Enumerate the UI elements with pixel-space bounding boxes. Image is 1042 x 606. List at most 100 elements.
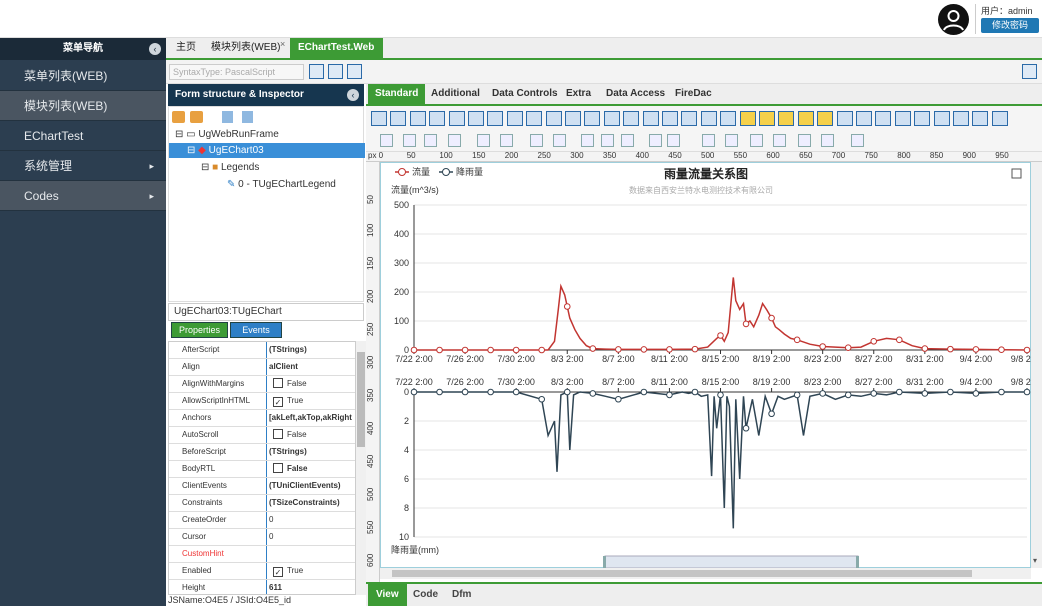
component-button-icon[interactable] — [991, 111, 1008, 126]
checkbox[interactable]: ✓ — [273, 567, 283, 577]
component-button-icon[interactable] — [545, 111, 562, 126]
page-icon[interactable] — [1022, 64, 1037, 79]
property-row[interactable]: AlignWithMargins False — [169, 376, 355, 393]
align-button-icon[interactable] — [702, 134, 715, 147]
property-value[interactable]: (TStrings) — [269, 444, 355, 460]
property-scroll-thumb[interactable] — [357, 352, 365, 447]
canvas-vertical-scrollbar[interactable]: ▾ — [1031, 162, 1042, 568]
component-button-icon[interactable] — [836, 111, 853, 126]
component-button-icon[interactable] — [526, 111, 543, 126]
tab-echarttest-web[interactable]: EChartTest.Web — [290, 38, 383, 58]
align-button-icon[interactable] — [553, 134, 566, 147]
move-up-icon[interactable] — [222, 111, 233, 123]
tree-node-selected[interactable]: ⊟ ◆ UgEChart03 — [169, 143, 365, 158]
component-button-icon[interactable] — [700, 111, 717, 126]
selected-component-field[interactable]: UgEChart03:TUgEChart — [168, 303, 364, 321]
property-value[interactable]: 611 — [269, 580, 355, 594]
tab-module-list[interactable]: 模块列表(WEB) — [203, 38, 288, 58]
align-button-icon[interactable] — [477, 134, 490, 147]
tree-node-root[interactable]: ⊟ ▭ UgWebRunFrame — [175, 127, 279, 142]
property-row[interactable]: AfterScript (TStrings) — [169, 342, 355, 359]
checkbox[interactable] — [273, 429, 283, 439]
property-value[interactable]: (TSizeConstraints) — [269, 495, 355, 511]
property-value[interactable] — [269, 546, 355, 562]
align-button-icon[interactable] — [530, 134, 543, 147]
property-row[interactable]: Anchors [akLeft,akTop,akRight — [169, 410, 355, 427]
property-row[interactable]: AllowScriptInHTML ✓ True — [169, 393, 355, 410]
checkbox[interactable]: ✓ — [273, 397, 283, 407]
change-password-button[interactable]: 修改密码 — [981, 18, 1039, 33]
canvas-scroll-thumb[interactable] — [392, 570, 972, 577]
property-row[interactable]: Align alClient — [169, 359, 355, 376]
align-button-icon[interactable] — [851, 134, 864, 147]
component-button-icon[interactable] — [584, 111, 601, 126]
property-value[interactable]: 0 — [269, 529, 355, 545]
component-button-icon[interactable] — [506, 111, 523, 126]
property-value[interactable]: [akLeft,akTop,akRight — [269, 410, 355, 426]
tab-additional[interactable]: Additional — [424, 84, 487, 104]
tab-firedac[interactable]: FireDac — [668, 84, 719, 104]
tab-properties[interactable]: Properties — [171, 322, 228, 338]
checkbox[interactable] — [273, 463, 283, 473]
component-button-icon[interactable] — [565, 111, 581, 126]
component-button-icon[interactable] — [603, 111, 620, 126]
tab-code[interactable]: Code — [405, 584, 446, 606]
tab-close-icon[interactable]: × — [280, 39, 285, 49]
align-button-icon[interactable] — [581, 134, 594, 147]
component-button-icon[interactable] — [972, 111, 989, 126]
property-row[interactable]: Enabled ✓ True — [169, 563, 355, 580]
move-down-icon[interactable] — [242, 111, 253, 123]
component-button-icon[interactable] — [409, 111, 426, 126]
inspector-collapse-icon[interactable]: ‹ — [347, 89, 359, 101]
component-button-icon[interactable] — [662, 111, 678, 126]
align-button-icon[interactable] — [798, 134, 811, 147]
tab-view[interactable]: View — [368, 584, 407, 606]
tab-dfm[interactable]: Dfm — [444, 584, 479, 606]
tree-node-legends[interactable]: ⊟ ■ Legends — [201, 160, 259, 175]
component-button-icon[interactable] — [953, 111, 969, 126]
component-button-icon[interactable] — [797, 111, 814, 126]
component-button-icon[interactable] — [739, 111, 756, 126]
align-button-icon[interactable] — [821, 134, 834, 147]
property-row[interactable]: ClientEvents (TUniClientEvents) — [169, 478, 355, 495]
component-button-icon[interactable] — [429, 111, 446, 126]
sidebar-item-echarttest[interactable]: EChartTest — [0, 121, 166, 151]
component-button-icon[interactable] — [390, 111, 407, 126]
tab-standard[interactable]: Standard — [368, 84, 426, 104]
property-row[interactable]: CreateOrder 0 — [169, 512, 355, 529]
redo-icon[interactable] — [190, 111, 203, 123]
component-button-icon[interactable] — [894, 111, 911, 126]
tab-extra[interactable]: Extra — [559, 84, 598, 104]
property-value[interactable]: (TStrings) — [269, 342, 355, 358]
align-button-icon[interactable] — [424, 134, 437, 147]
syntax-type-select[interactable]: SyntaxType: PascalScript — [169, 64, 304, 80]
component-button-icon[interactable] — [856, 111, 872, 126]
property-row[interactable]: BodyRTL False — [169, 461, 355, 478]
align-button-icon[interactable] — [667, 134, 680, 147]
property-value[interactable]: (TUniClientEvents) — [269, 478, 355, 494]
rain-flow-chart[interactable]: 雨量流量关系图数据来自西安兰特水电测控技术有限公司 流量 降雨量流量(m^3/s) 0… — [381, 163, 1042, 569]
user-avatar-icon[interactable] — [938, 4, 969, 35]
component-button-icon[interactable] — [933, 111, 950, 126]
align-button-icon[interactable] — [601, 134, 614, 147]
run-icon[interactable] — [309, 64, 324, 79]
sidebar-item-module-list[interactable]: 模块列表(WEB) — [0, 91, 166, 121]
design-canvas[interactable]: 雨量流量关系图 数据来自西安兰特水电测控技术有限公司 流量 降雨量 流量(m^3/s) 0… — [380, 162, 1042, 569]
property-row[interactable]: CustomHint — [169, 546, 355, 563]
property-row[interactable]: BeforeScript (TStrings) — [169, 444, 355, 461]
undo-icon[interactable] — [172, 111, 185, 123]
align-button-icon[interactable] — [621, 134, 634, 147]
component-button-icon[interactable] — [371, 111, 387, 126]
tab-events[interactable]: Events — [230, 322, 282, 338]
sidebar-item-menu-list[interactable]: 菜单列表(WEB) — [0, 61, 166, 91]
copy-icon[interactable] — [347, 64, 362, 79]
property-row[interactable]: Cursor 0 — [169, 529, 355, 546]
align-button-icon[interactable] — [500, 134, 513, 147]
component-button-icon[interactable] — [914, 111, 931, 126]
property-value[interactable]: alClient — [269, 359, 355, 375]
component-button-icon[interactable] — [720, 111, 737, 126]
tab-data-access[interactable]: Data Access — [599, 84, 672, 104]
align-button-icon[interactable] — [750, 134, 763, 147]
align-button-icon[interactable] — [649, 134, 662, 147]
component-button-icon[interactable] — [817, 111, 834, 126]
